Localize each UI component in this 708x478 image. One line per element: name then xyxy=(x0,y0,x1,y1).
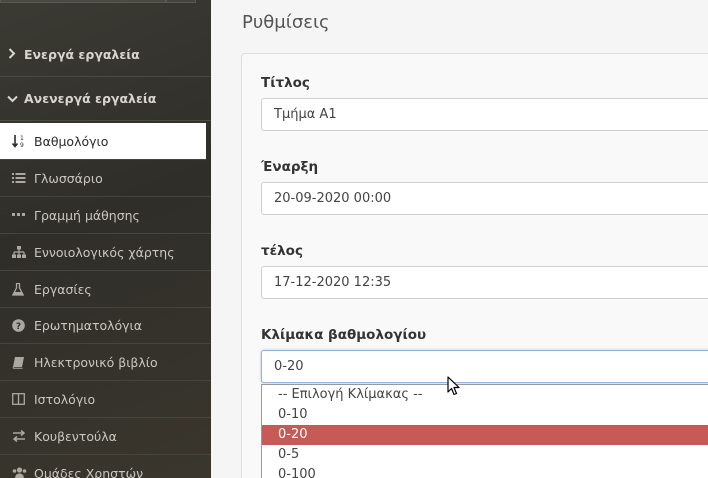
sidebar-item-user-groups[interactable]: Ομάδες Χρηστών xyxy=(0,455,211,478)
sidebar-item-concept-map[interactable]: Εννοιολογικός χάρτης xyxy=(0,234,211,271)
scale-option[interactable]: 0-10 xyxy=(262,405,708,425)
sidebar-item-blog[interactable]: Ιστολόγιο xyxy=(0,381,211,418)
main-content: Ρυθμίσεις Τίτλος Τμήμα Α1 Έναρξη 20-09-2… xyxy=(211,0,708,478)
start-label: Έναρξη xyxy=(261,159,319,175)
grading-scale-label: Κλίμακα βαθμολογίου xyxy=(261,327,427,343)
sidebar-item-label: Εννοιολογικός χάρτης xyxy=(34,244,175,260)
sidebar-item-learning-path[interactable]: Γραμμή μάθησης xyxy=(0,197,211,234)
scale-option[interactable]: -- Επιλογή Κλίμακας -- xyxy=(262,385,708,405)
mouse-cursor-icon xyxy=(447,376,460,400)
sidebar-search-input[interactable] xyxy=(0,0,166,3)
sidebar-section-active-tools[interactable]: Ενεργά εργαλεία xyxy=(0,33,211,77)
grading-scale-options: -- Επιλογή Κλίμακας -- 0-10 0-20 0-5 0-1… xyxy=(261,384,708,478)
question-circle-icon: ? xyxy=(0,318,34,332)
start-date-field[interactable]: 20-09-2020 00:00 xyxy=(261,182,708,215)
settings-panel: Τίτλος Τμήμα Α1 Έναρξη 20-09-2020 00:00 … xyxy=(241,53,708,478)
sidebar-item-chat[interactable]: Κουβεντούλα xyxy=(0,418,211,455)
sidebar-item-questionnaires[interactable]: ? Ερωτηματολόγια xyxy=(0,307,211,344)
list-icon xyxy=(0,172,34,184)
sort-numeric-icon: 19 xyxy=(0,134,34,148)
sidebar-item-gradebook[interactable]: 19 Βαθμολόγιο xyxy=(0,123,206,160)
sidebar-item-ebook[interactable]: Ηλεκτρονικό βιβλίο xyxy=(0,344,211,381)
scale-option[interactable]: 0-100 xyxy=(262,465,708,478)
svg-text:9: 9 xyxy=(20,142,24,148)
sidebar-section-inactive-tools[interactable]: Ανενεργά εργαλεία xyxy=(0,77,211,121)
exchange-icon xyxy=(0,430,34,442)
sitemap-icon xyxy=(0,245,34,259)
book-icon xyxy=(0,356,34,369)
flask-icon xyxy=(0,282,34,296)
columns-icon xyxy=(0,393,34,405)
sidebar-section-label: Ανενεργά εργαλεία xyxy=(24,91,157,106)
sidebar-item-label: Ομάδες Χρηστών xyxy=(34,465,144,478)
sidebar-section-label: Ενεργά εργαλεία xyxy=(24,47,140,62)
grading-scale-select[interactable]: 0-20 xyxy=(261,350,708,383)
title-label: Τίτλος xyxy=(261,75,310,91)
sidebar-item-label: Ηλεκτρονικό βιβλίο xyxy=(34,354,158,370)
sidebar-item-label: Κουβεντούλα xyxy=(34,428,117,444)
svg-text:?: ? xyxy=(16,322,21,332)
end-date-field[interactable]: 17-12-2020 12:35 xyxy=(261,266,708,299)
sidebar-item-label: Γραμμή μάθησης xyxy=(34,207,140,223)
ellipsis-icon xyxy=(0,213,34,217)
sidebar-item-label: Ιστολόγιο xyxy=(34,391,96,407)
chevron-right-icon xyxy=(0,47,24,62)
scale-option[interactable]: 0-5 xyxy=(262,445,708,465)
sidebar-item-label: Ερωτηματολόγια xyxy=(34,317,143,333)
sidebar-item-glossary[interactable]: Γλωσσάριο xyxy=(0,160,211,197)
sidebar-search-button[interactable] xyxy=(166,0,196,3)
svg-text:1: 1 xyxy=(20,135,24,142)
scale-option-selected[interactable]: 0-20 xyxy=(262,425,708,445)
title-field[interactable]: Τμήμα Α1 xyxy=(261,98,708,131)
end-label: τέλος xyxy=(261,243,303,259)
sidebar: Ενεργά εργαλεία Ανενεργά εργαλεία 19 Βαθ… xyxy=(0,0,211,478)
page-title: Ρυθμίσεις xyxy=(242,12,330,33)
users-icon xyxy=(0,467,34,478)
chevron-down-icon xyxy=(0,92,24,106)
sidebar-item-label: Εργασίες xyxy=(34,281,92,297)
sidebar-item-assignments[interactable]: Εργασίες xyxy=(0,271,211,308)
sidebar-item-label: Βαθμολόγιο xyxy=(34,133,109,149)
sidebar-item-label: Γλωσσάριο xyxy=(34,170,103,186)
